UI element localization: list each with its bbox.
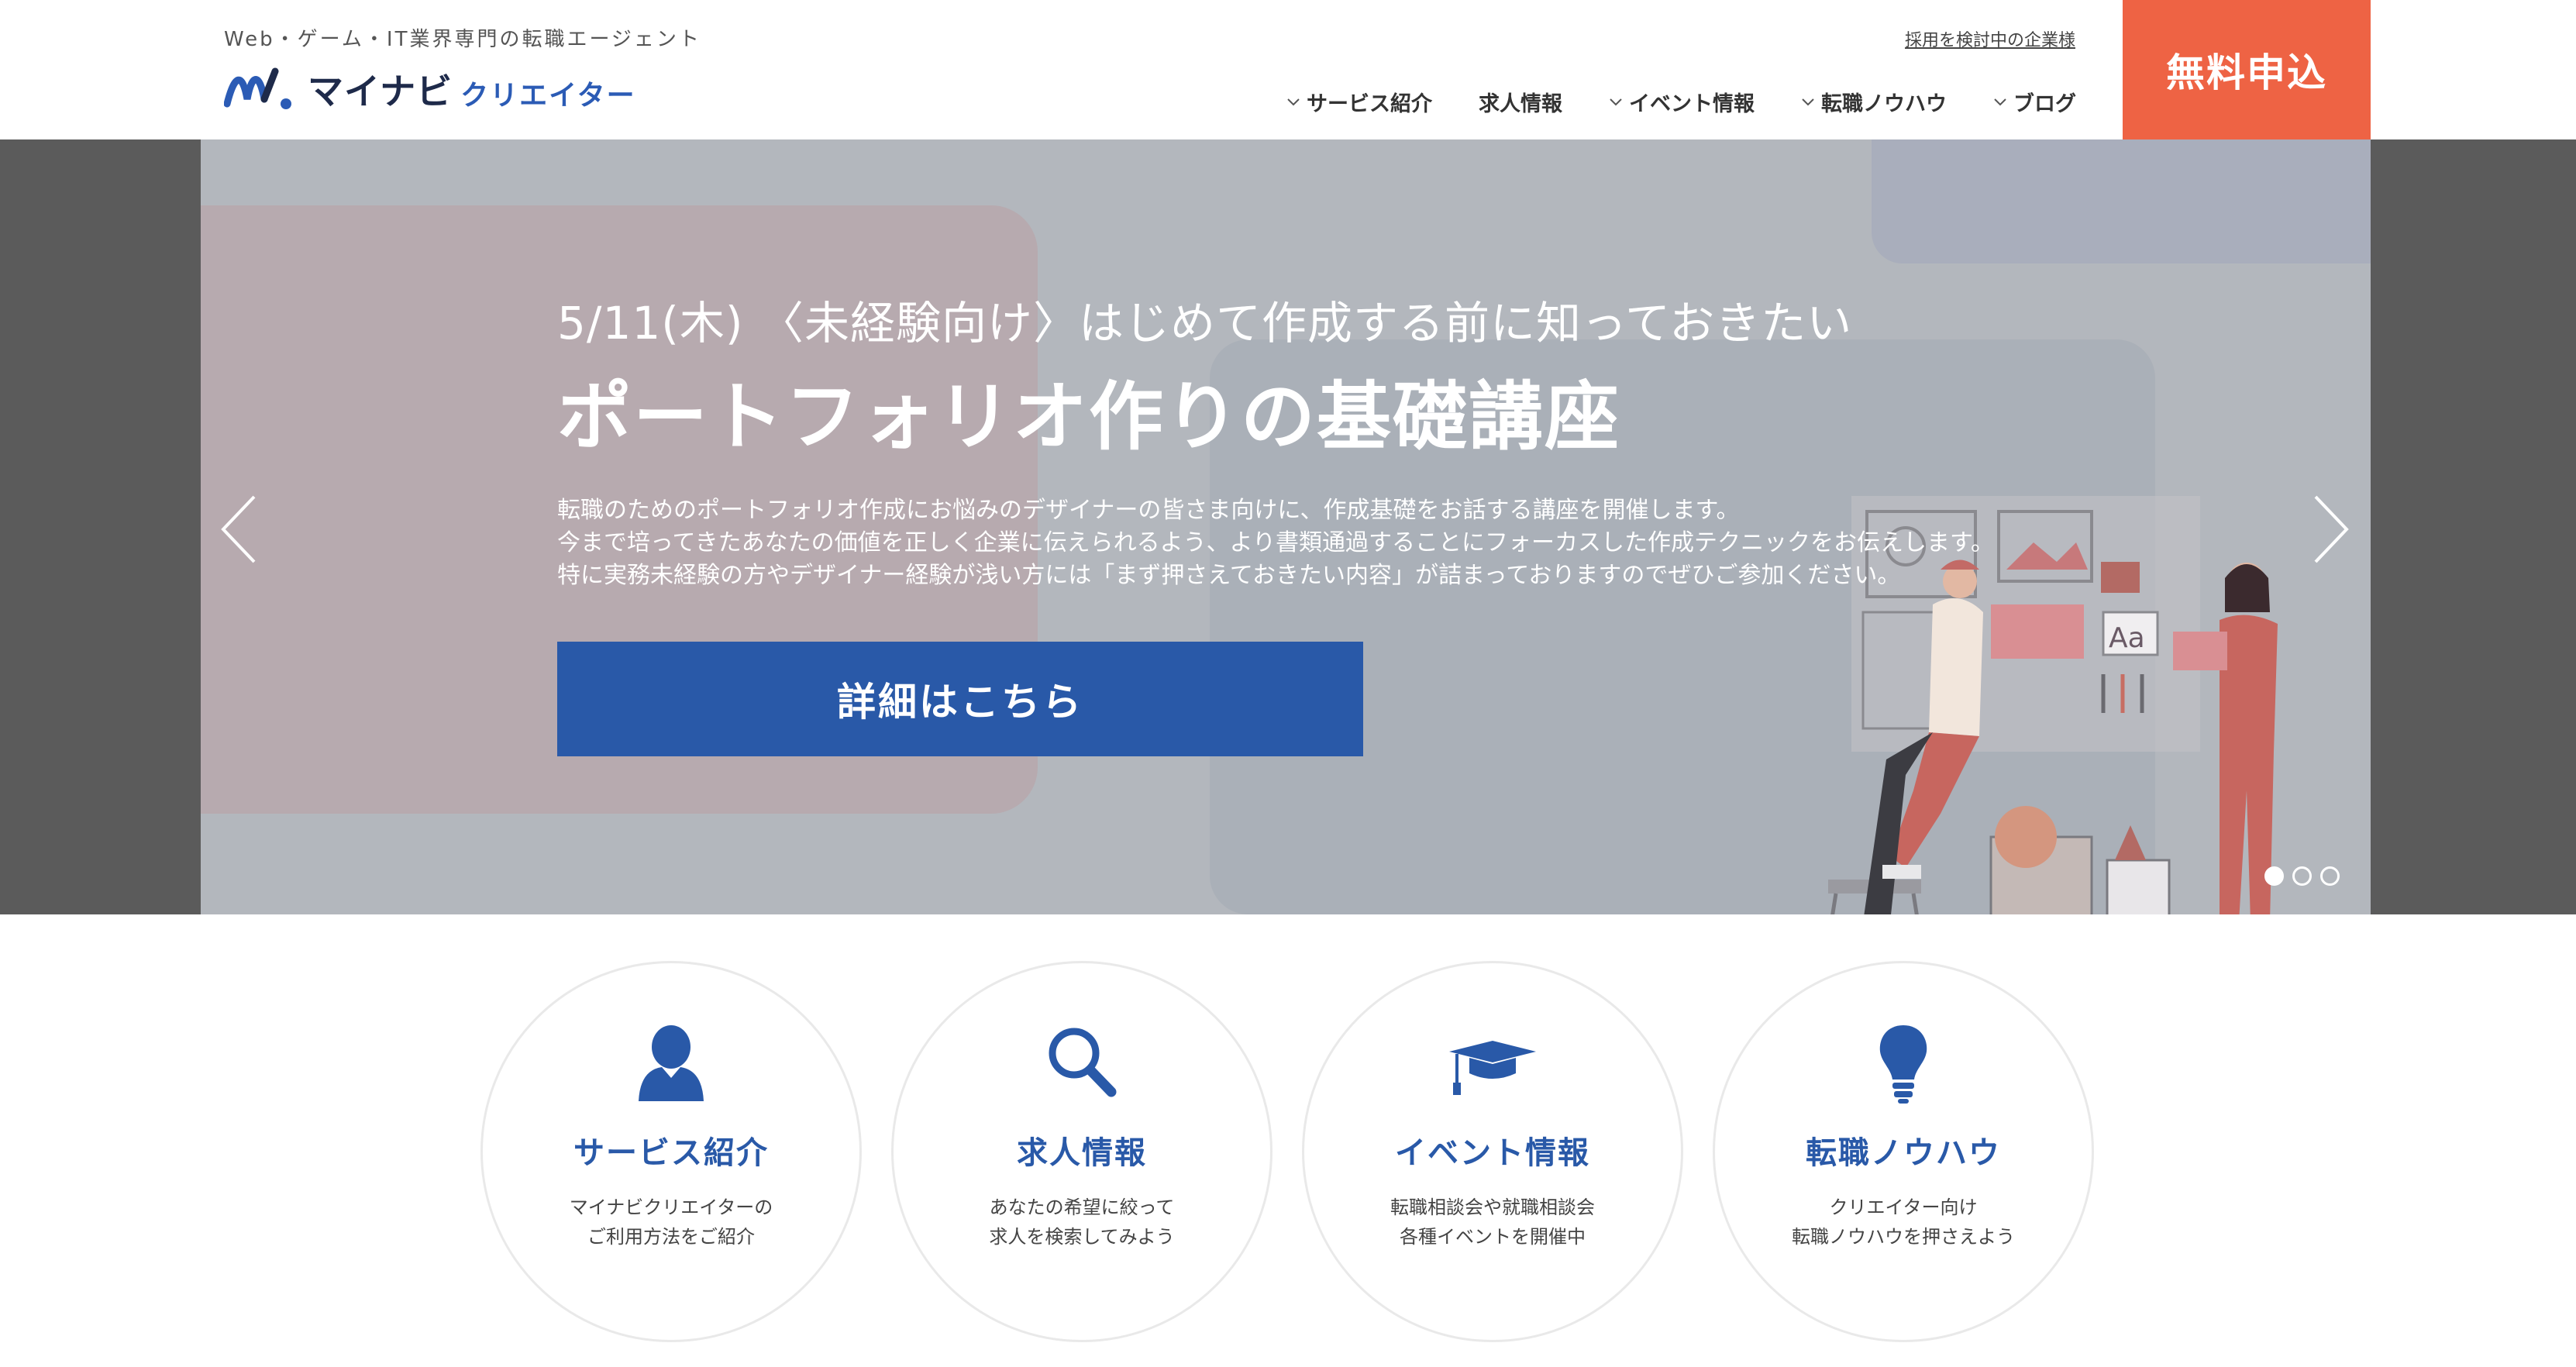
service-circle-knowhow[interactable]: 転職ノウハウ クリエイター向け 転職ノウハウを押さえよう xyxy=(1713,961,2094,1342)
service-title: サービス紹介 xyxy=(573,1135,769,1171)
logo-mark-icon xyxy=(224,67,291,109)
service-title: イベント情報 xyxy=(1395,1135,1590,1171)
person-icon xyxy=(639,1025,704,1101)
service-description: 転職相談会や就職相談会 各種イベントを開催中 xyxy=(1390,1193,1595,1252)
chevron-down-icon xyxy=(1802,98,1814,105)
service-desc-line: 各種イベントを開催中 xyxy=(1400,1226,1586,1248)
hero-slider: Aa 5/11(木) 〈未経験向け〉はじめて作成する前に知っておきたい ポートフ… xyxy=(0,139,2576,914)
nav-label: 求人情報 xyxy=(1479,92,1562,116)
illustration-aa-text: Aa xyxy=(2109,622,2145,654)
hero-slide: Aa 5/11(木) 〈未経験向け〉はじめて作成する前に知っておきたい ポートフ… xyxy=(201,139,2371,914)
logo-sub-text: クリエイター xyxy=(460,80,636,112)
service-shortcuts: サービス紹介 マイナビクリエイターの ご利用方法をご紹介 求人情報 あなたの希望… xyxy=(0,914,2576,1367)
service-circle-service[interactable]: サービス紹介 マイナビクリエイターの ご利用方法をご紹介 xyxy=(480,961,862,1342)
decor-shape xyxy=(1872,139,2371,263)
slide-dot-2[interactable] xyxy=(2292,866,2312,886)
nav-item-blog[interactable]: ブログ xyxy=(1993,87,2076,117)
nav-item-jobs[interactable]: 求人情報 xyxy=(1479,87,1562,117)
nav-label: 転職ノウハウ xyxy=(1821,92,1947,116)
service-desc-line: ご利用方法をご紹介 xyxy=(587,1226,755,1248)
nav-item-knowhow[interactable]: 転職ノウハウ xyxy=(1801,87,1947,117)
site-logo[interactable]: マイナビ クリエイター xyxy=(224,64,636,115)
details-button[interactable]: 詳細はこちら xyxy=(557,642,1363,756)
event-description-line: 特に実務未経験の方やデザイナー経験が浅い方には「まず押さえておきたい内容」が詰ま… xyxy=(557,562,1901,589)
nav-label: サービス紹介 xyxy=(1307,92,1432,116)
service-description: クリエイター向け 転職ノウハウを押さえよう xyxy=(1792,1193,2015,1252)
main-nav: サービス紹介 求人情報 イベント情報 転職ノウハウ ブログ xyxy=(1286,87,2076,117)
chevron-down-icon xyxy=(1994,98,2006,105)
nav-label: ブログ xyxy=(2013,92,2076,116)
event-date-line: 5/11(木) 〈未経験向け〉はじめて作成する前に知っておきたい xyxy=(557,297,1853,349)
nav-item-service[interactable]: サービス紹介 xyxy=(1286,87,1432,117)
event-description-line: 転職のためのポートフォリオ作成にお悩みのデザイナーの皆さま向けに、作成基礎をお話… xyxy=(557,497,1740,524)
lightbulb-icon xyxy=(1879,1025,1927,1104)
site-tagline: Web・ゲーム・IT業界専門の転職エージェント xyxy=(224,28,701,51)
event-title: ポートフォリオ作りの基礎講座 xyxy=(557,374,1620,460)
service-title: 転職ノウハウ xyxy=(1806,1135,2001,1171)
slide-dot-1[interactable] xyxy=(2264,866,2284,886)
event-description: 転職のためのポートフォリオ作成にお悩みのデザイナーの皆さま向けに、作成基礎をお話… xyxy=(557,494,1994,592)
service-desc-line: 転職ノウハウを押さえよう xyxy=(1792,1226,2015,1248)
service-desc-line: クリエイター向け xyxy=(1829,1197,1978,1218)
corporate-link[interactable]: 採用を検討中の企業様 xyxy=(1905,26,2075,51)
next-slide-arrow-icon[interactable] xyxy=(2309,492,2353,566)
graduation-cap-icon xyxy=(1449,1041,1536,1095)
site-header: Web・ゲーム・IT業界専門の転職エージェント マイナビ クリエイター 採用を検… xyxy=(0,0,2576,139)
service-desc-line: あなたの希望に絞って xyxy=(989,1197,1175,1218)
search-icon xyxy=(1049,1028,1117,1097)
prev-slide-arrow-icon[interactable] xyxy=(217,492,260,566)
service-desc-line: マイナビクリエイターの xyxy=(569,1197,773,1218)
service-title: 求人情報 xyxy=(1017,1135,1147,1171)
slide-pagination xyxy=(2264,866,2340,886)
chevron-down-icon xyxy=(1287,98,1300,105)
service-desc-line: 求人を検索してみよう xyxy=(989,1226,1175,1248)
service-circle-jobs[interactable]: 求人情報 あなたの希望に絞って 求人を検索してみよう xyxy=(891,961,1273,1342)
service-description: あなたの希望に絞って 求人を検索してみよう xyxy=(989,1193,1174,1252)
free-apply-button[interactable]: 無料申込 xyxy=(2123,0,2371,139)
logo-main-text: マイナビ xyxy=(308,71,453,112)
service-description: マイナビクリエイターの ご利用方法をご紹介 xyxy=(570,1193,773,1252)
nav-item-events[interactable]: イベント情報 xyxy=(1609,87,1755,117)
slide-dot-3[interactable] xyxy=(2320,866,2340,886)
chevron-down-icon xyxy=(1610,98,1622,105)
service-circle-events[interactable]: イベント情報 転職相談会や就職相談会 各種イベントを開催中 xyxy=(1302,961,1683,1342)
event-description-line: 今まで培ってきたあなたの価値を正しく企業に伝えられるよう、より書類通過することに… xyxy=(557,529,1994,556)
nav-label: イベント情報 xyxy=(1629,92,1755,116)
service-desc-line: 転職相談会や就職相談会 xyxy=(1390,1197,1595,1218)
